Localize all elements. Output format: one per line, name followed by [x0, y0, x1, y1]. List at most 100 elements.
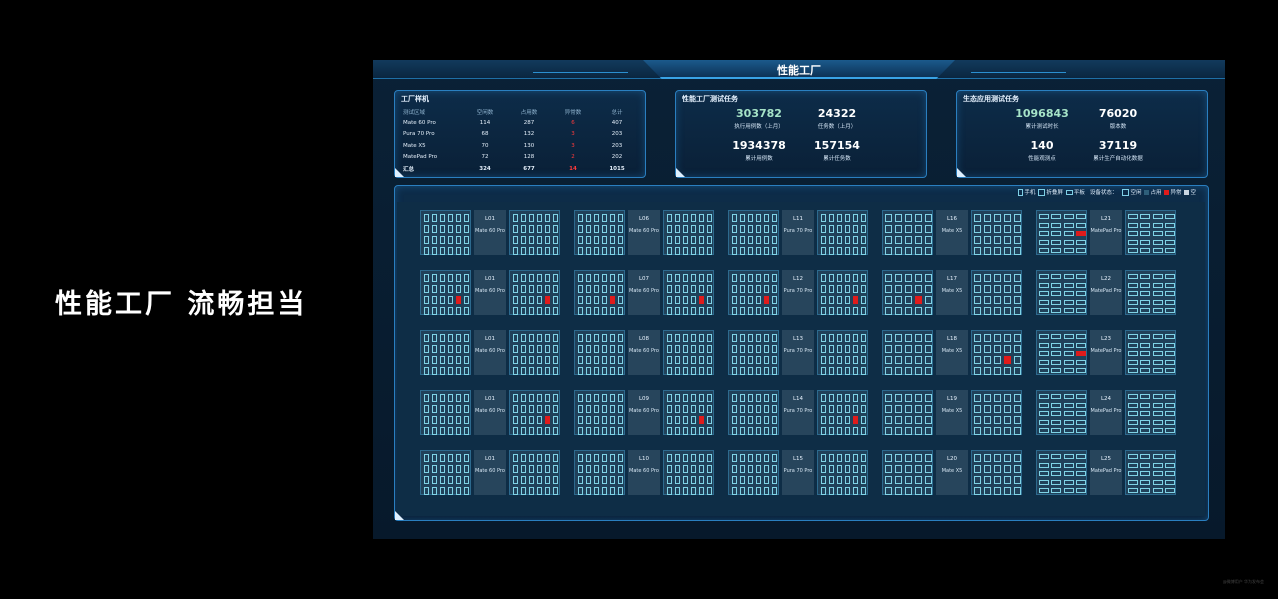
device-slot — [861, 394, 866, 402]
device-slot — [691, 214, 696, 222]
device-slot — [1051, 291, 1061, 296]
device-slot — [456, 247, 461, 255]
stat-label: 性能观测点 — [1028, 156, 1056, 162]
table-cell: 203 — [611, 142, 623, 149]
device-slot — [610, 465, 615, 473]
device-slot — [740, 307, 745, 315]
device-slot — [1140, 214, 1150, 219]
device-slot — [1063, 419, 1074, 425]
device-slot — [1152, 334, 1163, 339]
device-slot — [424, 225, 429, 233]
device-slot — [1165, 351, 1175, 356]
device-slot — [756, 356, 761, 364]
device-slot — [667, 416, 672, 424]
legend-empty: 空 — [1184, 188, 1196, 196]
device-slot — [885, 367, 892, 375]
device-slot — [837, 274, 842, 282]
device-slot — [440, 427, 445, 435]
device-slot — [513, 356, 518, 364]
device-slot — [667, 296, 672, 304]
rack-unit: L06 Mate 60 Pro — [574, 210, 714, 255]
device-slot — [586, 356, 591, 364]
legend-label: 占用 — [1150, 190, 1162, 196]
device-slot — [994, 247, 1001, 255]
device-slot — [1165, 411, 1175, 416]
device-slot — [1063, 222, 1074, 228]
device-slot — [1165, 239, 1175, 245]
table-cell: Pura 70 Pro — [403, 131, 435, 138]
device-slot — [1038, 462, 1049, 468]
legend-phone: 手机 — [1018, 188, 1035, 196]
device-slot — [845, 367, 850, 375]
device-slot — [707, 476, 712, 484]
device-slot — [1038, 214, 1049, 219]
rack-code: L09 — [638, 396, 650, 402]
device-slot — [974, 416, 981, 424]
device-slot — [853, 307, 858, 315]
device-slot — [464, 487, 469, 495]
device-slot — [553, 334, 558, 342]
device-slot — [586, 274, 591, 282]
device-slot — [448, 296, 453, 304]
device-slot — [915, 214, 922, 222]
rack-code: L01 — [484, 396, 496, 402]
device-slot — [545, 427, 550, 435]
device-slot — [691, 334, 696, 342]
device-slot — [1127, 231, 1138, 236]
device-slot — [740, 345, 745, 353]
device-slot — [853, 394, 858, 402]
device-slot — [456, 487, 461, 495]
device-slot — [432, 476, 437, 484]
device-slot — [675, 236, 680, 244]
device-slot — [602, 345, 607, 353]
device-slot — [683, 367, 688, 375]
device-slot — [456, 394, 461, 402]
device-slot — [895, 236, 902, 244]
table-row: Mate 60 Pro 114 287 6 407 — [403, 117, 639, 128]
device-slot — [594, 285, 599, 293]
device-slot — [1063, 239, 1074, 245]
device-slot — [984, 416, 991, 424]
device-slot — [594, 476, 599, 484]
device-slot — [756, 416, 761, 424]
device-slot — [699, 345, 704, 353]
rack-model: Pura 70 Pro — [783, 348, 813, 354]
device-slot-error — [545, 296, 550, 304]
device-slot — [610, 225, 615, 233]
device-slot — [683, 487, 688, 495]
device-slot — [553, 476, 558, 484]
device-slot — [699, 476, 704, 484]
rack-model: MatePad Pro — [1090, 288, 1122, 294]
device-slot — [1014, 487, 1021, 495]
device-rack — [1125, 390, 1176, 435]
device-slot — [974, 454, 981, 462]
device-slot — [1051, 368, 1061, 373]
rack-label-box: L08 Mate 60 Pro — [628, 330, 660, 375]
device-slot — [529, 454, 534, 462]
device-slot — [1004, 345, 1011, 353]
rack-label-box: L12 Pura 70 Pro — [782, 270, 814, 315]
device-slot — [432, 285, 437, 293]
device-slot — [1076, 368, 1086, 373]
device-slot — [440, 465, 445, 473]
device-slot — [545, 214, 550, 222]
device-slot — [594, 367, 599, 375]
rack-unit: L10 Mate 60 Pro — [574, 450, 714, 495]
rack-model: Mate X5 — [941, 468, 963, 474]
stat-label: 累计生产自动化数据 — [1093, 156, 1143, 162]
rack-code: L13 — [792, 336, 804, 342]
device-slot — [845, 345, 850, 353]
device-slot — [756, 405, 761, 413]
rack-code: L15 — [792, 456, 804, 462]
device-slot — [707, 427, 712, 435]
device-slot — [456, 405, 461, 413]
device-slot — [537, 307, 542, 315]
device-slot — [1014, 296, 1021, 304]
device-slot — [432, 465, 437, 473]
device-slot — [1004, 394, 1011, 402]
device-slot — [610, 274, 615, 282]
device-slot — [764, 247, 769, 255]
device-slot — [1140, 351, 1150, 356]
device-slot — [1152, 282, 1163, 288]
device-slot — [464, 236, 469, 244]
